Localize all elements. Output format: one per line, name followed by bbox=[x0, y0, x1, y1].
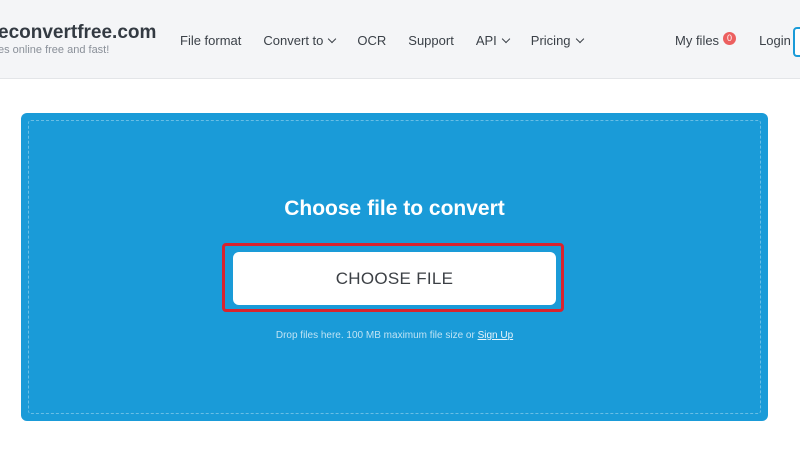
signup-link[interactable]: Sign Up bbox=[478, 330, 514, 341]
my-files-label: My files bbox=[675, 32, 720, 48]
site-header: econvertfree.com es online free and fast… bbox=[0, 0, 800, 79]
nav-item-label: Convert to bbox=[263, 32, 324, 48]
nav-item-label: OCR bbox=[357, 32, 387, 48]
nav-item-label: API bbox=[475, 32, 497, 48]
chevron-down-icon bbox=[575, 34, 584, 43]
brand-name: econvertfree.com bbox=[0, 22, 157, 43]
chevron-down-icon bbox=[501, 34, 511, 43]
my-files-link[interactable]: My files 0 bbox=[675, 31, 737, 48]
signup-button-partial[interactable] bbox=[793, 27, 800, 57]
nav-item-label: Support bbox=[408, 32, 454, 48]
page: econvertfree.com es online free and fast… bbox=[0, 0, 800, 450]
nav-item-convert-to[interactable]: Convert to bbox=[263, 32, 337, 48]
nav-item-label: Pricing bbox=[530, 32, 571, 48]
brand-logo[interactable]: econvertfree.com es online free and fast… bbox=[0, 22, 160, 56]
nav-item-label: File format bbox=[180, 32, 242, 48]
login-link[interactable]: Login bbox=[759, 33, 791, 48]
chevron-down-icon bbox=[328, 34, 337, 43]
nav-item-file-format[interactable]: File format bbox=[180, 33, 241, 48]
nav-item-ocr[interactable]: OCR bbox=[357, 33, 386, 48]
file-count-badge: 0 bbox=[723, 31, 737, 45]
choose-file-button[interactable]: CHOOSE FILE bbox=[233, 252, 556, 305]
upload-panel[interactable]: Choose file to convert CHOOSE FILE Drop … bbox=[21, 113, 768, 421]
brand-tagline: es online free and fast! bbox=[0, 44, 110, 56]
nav-item-api[interactable]: API bbox=[475, 32, 511, 48]
header-actions: My files 0 Login bbox=[675, 31, 791, 49]
drop-hint-text: Drop files here. 100 MB maximum file siz… bbox=[275, 330, 478, 341]
upload-title: Choose file to convert bbox=[284, 197, 505, 220]
main-nav: File format Convert to OCR Support API P… bbox=[180, 31, 605, 49]
drop-hint: Drop files here. 100 MB maximum file siz… bbox=[21, 330, 768, 341]
nav-item-support[interactable]: Support bbox=[408, 33, 454, 48]
nav-item-pricing[interactable]: Pricing bbox=[530, 32, 584, 48]
